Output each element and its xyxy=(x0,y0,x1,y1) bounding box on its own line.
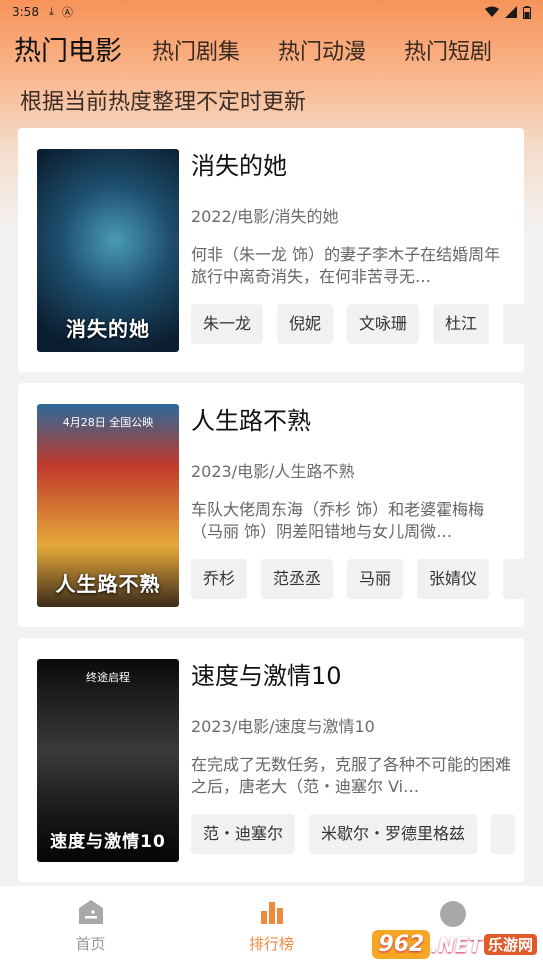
page-subtitle: 根据当前热度整理不定时更新 xyxy=(20,90,307,115)
watermark-text: 乐游网 xyxy=(483,934,537,955)
movie-description: 车队大佬周东海（乔杉 饰）和老婆霍梅梅（马丽 饰）阴差阳错地与女儿周微… xyxy=(191,500,485,541)
watermark-suffix: .NET xyxy=(430,932,482,957)
cast-chip[interactable]: 范丞丞 xyxy=(261,559,334,599)
status-bar: 3:58 ⤓ Ⓐ xyxy=(0,0,543,24)
movie-poster: 消失的她 xyxy=(37,149,179,352)
tab-hot-movies[interactable]: 热门电影 xyxy=(14,29,122,70)
cast-list: 朱一龙 倪妮 文咏珊 杜江 xyxy=(191,304,524,344)
cast-chip[interactable]: 米歇尔・罗德里格兹 xyxy=(309,814,478,854)
signal-icon xyxy=(505,6,517,18)
movie-meta: 2022/电影/消失的她 xyxy=(191,207,339,226)
watermark-logo: 962 xyxy=(372,930,431,959)
battery-icon xyxy=(523,5,531,19)
movie-title: 消失的她 xyxy=(191,152,287,180)
movie-title: 速度与激情10 xyxy=(191,662,342,690)
movie-card[interactable]: 消失的她 消失的她 2022/电影/消失的她 何非（朱一龙 饰）的妻子李木子在结… xyxy=(18,128,524,372)
notification-a-icon: Ⓐ xyxy=(61,6,73,19)
cast-chip-overflow[interactable] xyxy=(503,559,524,599)
cast-chip[interactable]: 张婧仪 xyxy=(417,559,490,599)
poster-title: 人生路不熟 xyxy=(55,572,161,596)
cast-list: 范・迪塞尔 米歇尔・罗德里格兹 xyxy=(191,814,524,854)
nav-home-label: 首页 xyxy=(75,935,106,953)
poster-tagline: 终途启程 xyxy=(86,671,130,684)
cast-chip[interactable]: 朱一龙 xyxy=(191,304,264,344)
cast-chip-overflow[interactable] xyxy=(503,304,524,344)
cast-chip[interactable]: 范・迪塞尔 xyxy=(191,814,296,854)
tab-hot-series[interactable]: 热门剧集 xyxy=(152,34,240,70)
nav-ranking[interactable]: 排行榜 xyxy=(181,886,362,965)
movie-description: 在完成了无数任务，克服了各种不可能的困难之后，唐老大（范・迪塞尔 Vi… xyxy=(191,755,511,796)
home-icon xyxy=(78,900,103,924)
movie-list: 消失的她 消失的她 2022/电影/消失的她 何非（朱一龙 饰）的妻子李木子在结… xyxy=(18,128,524,893)
cast-chip-overflow[interactable] xyxy=(491,814,516,854)
profile-icon xyxy=(439,900,466,927)
movie-meta: 2023/电影/人生路不熟 xyxy=(191,462,355,481)
wifi-icon xyxy=(485,6,499,17)
site-watermark: 962 .NET 乐游网 xyxy=(372,930,537,959)
category-tabs: 热门电影 热门剧集 热门动漫 热门短剧 xyxy=(14,30,529,70)
cast-chip[interactable]: 乔杉 xyxy=(191,559,248,599)
download-icon: ⤓ xyxy=(48,5,54,18)
movie-meta: 2023/电影/速度与激情10 xyxy=(191,717,375,736)
movie-card[interactable]: 4月28日 全国公映 人生路不熟 人生路不熟 2023/电影/人生路不熟 车队大… xyxy=(18,383,524,627)
status-time: 3:58 xyxy=(12,5,39,19)
bar-chart-icon xyxy=(260,902,283,924)
cast-list: 乔杉 范丞丞 马丽 张婧仪 xyxy=(191,559,524,599)
movie-poster: 终途启程 速度与激情10 xyxy=(37,659,179,862)
nav-ranking-label: 排行榜 xyxy=(248,935,294,953)
movie-poster: 4月28日 全国公映 人生路不熟 xyxy=(37,404,179,607)
movie-description: 何非（朱一龙 饰）的妻子李木子在结婚周年旅行中离奇消失，在何非苦寻无… xyxy=(191,245,501,286)
tab-hot-anime[interactable]: 热门动漫 xyxy=(278,34,366,70)
cast-chip[interactable]: 倪妮 xyxy=(277,304,334,344)
cast-chip[interactable]: 马丽 xyxy=(347,559,404,599)
poster-title: 速度与激情10 xyxy=(50,832,166,852)
poster-release: 4月28日 全国公映 xyxy=(62,416,154,429)
cast-chip[interactable]: 杜江 xyxy=(433,304,490,344)
tab-hot-shorts[interactable]: 热门短剧 xyxy=(404,34,492,70)
nav-home[interactable]: 首页 xyxy=(0,886,181,965)
cast-chip[interactable]: 文咏珊 xyxy=(347,304,420,344)
movie-title: 人生路不熟 xyxy=(191,407,311,435)
poster-title: 消失的她 xyxy=(66,317,150,341)
movie-card[interactable]: 终途启程 速度与激情10 速度与激情10 2023/电影/速度与激情10 在完成… xyxy=(18,638,524,882)
